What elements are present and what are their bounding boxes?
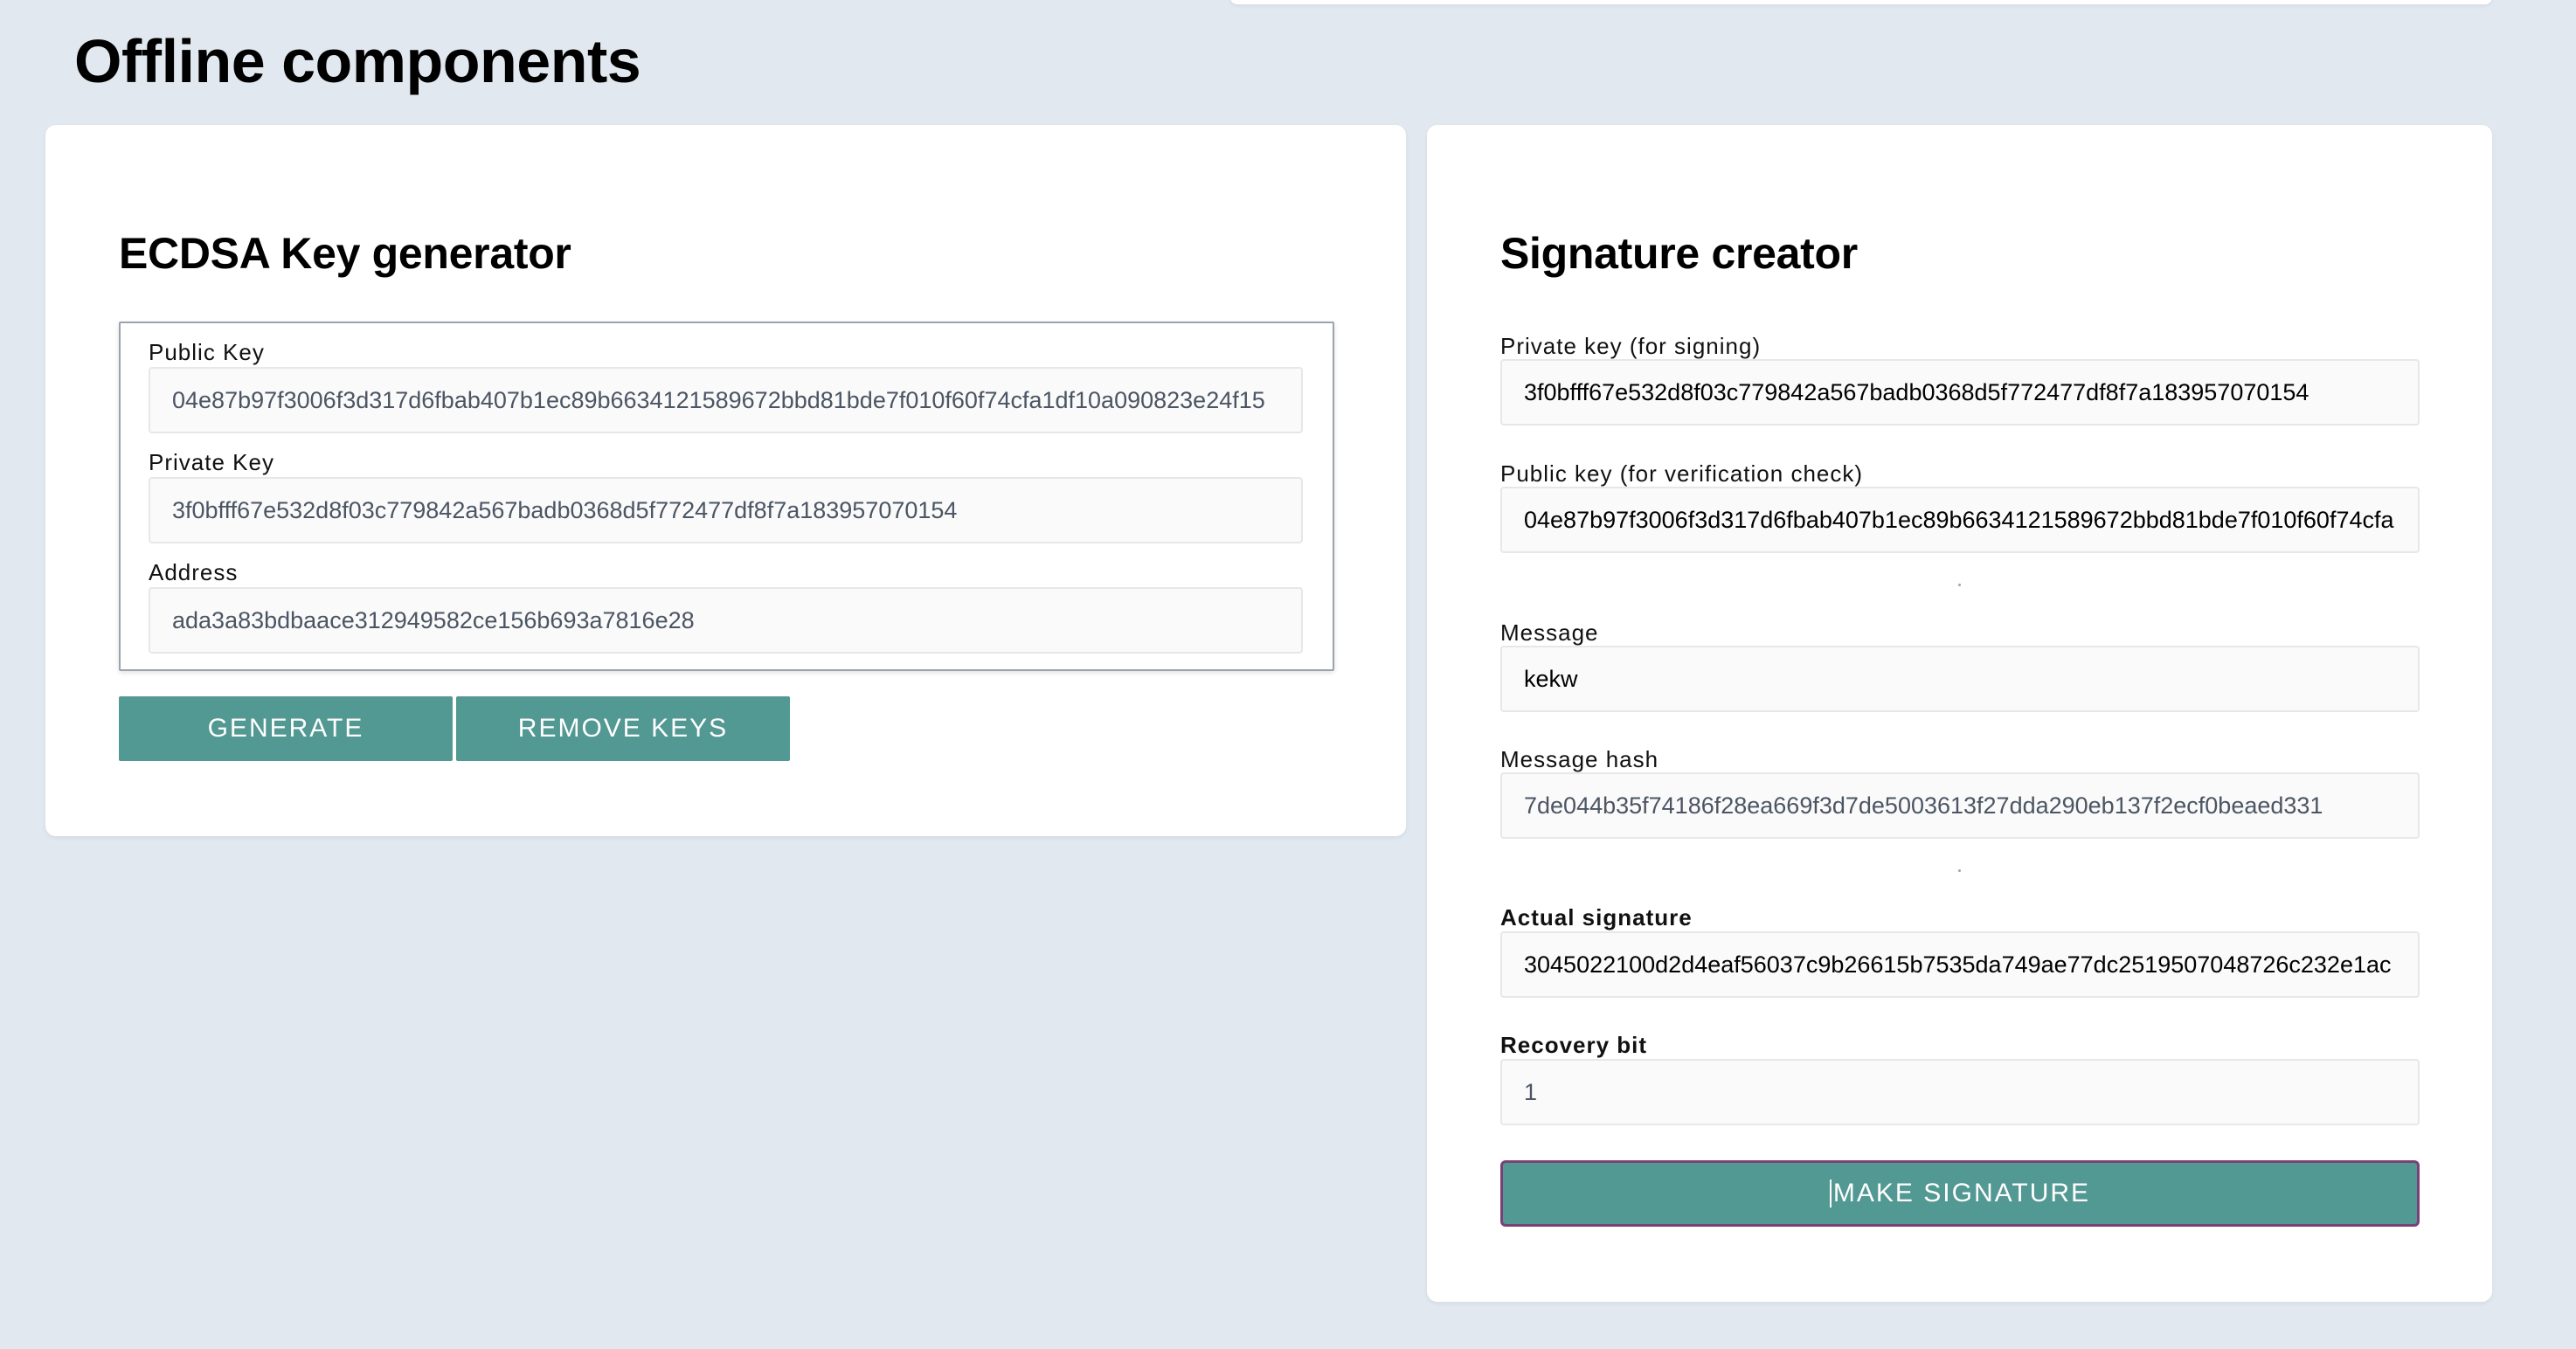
verification-key-input[interactable]: 04e87b97f3006f3d317d6fbab407b1ec89b66341… [1500,487,2420,553]
separator-dot [1958,584,1961,586]
recovery-bit-label: Recovery bit [1500,1032,1648,1058]
key-generator-card: ECDSA Key generator Public Key 04e87b97f… [45,125,1406,836]
message-hash-label: Message hash [1500,746,1659,772]
keys-panel: Public Key 04e87b97f3006f3d317d6fbab407b… [119,322,1334,671]
text-cursor [1829,1180,1832,1207]
key-generator-title: ECDSA Key generator [119,229,571,278]
message-label: Message [1500,619,1599,646]
page-title: Offline components [74,27,641,95]
signature-creator-card: Signature creator Private key (for signi… [1427,125,2492,1302]
signing-key-label: Private key (for signing) [1500,333,1762,359]
address-label: Address [149,559,239,585]
separator-dot [1958,869,1961,872]
make-signature-button[interactable]: MAKE SIGNATURE [1500,1160,2420,1227]
signing-key-input[interactable]: 3f0bfff67e532d8f03c779842a567badb0368d5f… [1500,359,2420,425]
signature-creator-title: Signature creator [1500,229,1858,278]
message-input[interactable]: kekw [1500,646,2420,712]
generate-button[interactable]: GENERATE [119,696,453,761]
signature-label: Actual signature [1500,904,1693,930]
public-key-field[interactable]: 04e87b97f3006f3d317d6fbab407b1ec89b66341… [149,367,1303,433]
remove-keys-button[interactable]: REMOVE KEYS [456,696,790,761]
public-key-label: Public Key [149,339,265,365]
message-hash-field[interactable]: 7de044b35f74186f28ea669f3d7de5003613f27d… [1500,772,2420,839]
top-card-edge [1230,0,2492,4]
signature-field[interactable]: 3045022100d2d4eaf56037c9b26615b7535da749… [1500,931,2420,998]
make-signature-label: MAKE SIGNATURE [1832,1179,2091,1207]
recovery-bit-field[interactable]: 1 [1500,1059,2420,1125]
verification-key-label: Public key (for verification check) [1500,460,1864,487]
private-key-label: Private Key [149,449,274,475]
private-key-field[interactable]: 3f0bfff67e532d8f03c779842a567badb0368d5f… [149,477,1303,543]
address-field[interactable]: ada3a83bdbaace312949582ce156b693a7816e28 [149,587,1303,654]
